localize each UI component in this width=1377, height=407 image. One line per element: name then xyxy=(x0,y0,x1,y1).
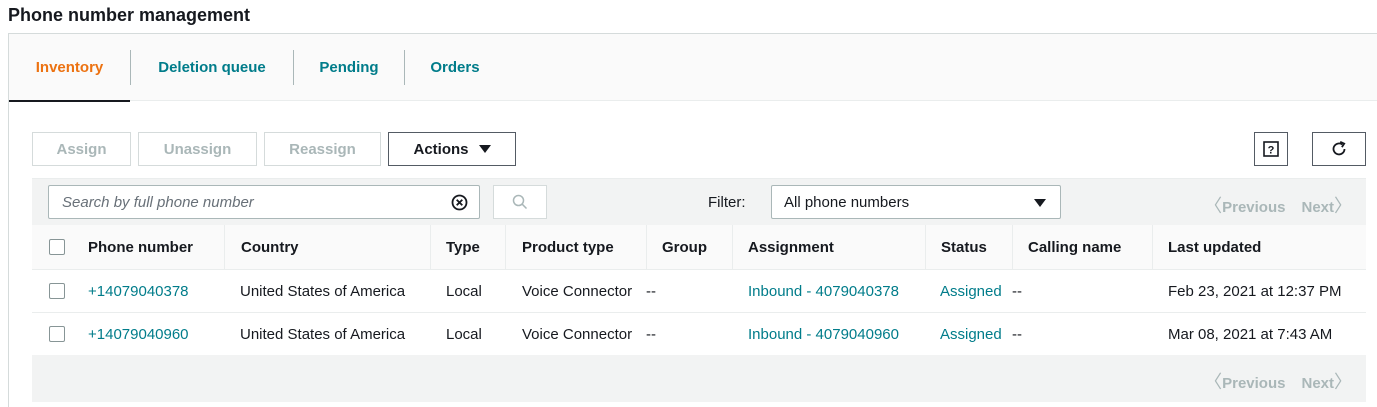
chevron-right-icon: 〉 xyxy=(1334,196,1352,216)
assignment-link[interactable]: Inbound - 4079040960 xyxy=(732,313,899,356)
pagination-top: 〈Previous Next〉 xyxy=(1204,192,1352,218)
next-page-button[interactable]: Next〉 xyxy=(1301,192,1352,218)
phone-numbers-table: Filter: All phone numbers 〈Previous Next… xyxy=(32,178,1366,402)
tab-orders[interactable]: Orders xyxy=(405,34,505,101)
phone-number-link[interactable]: +14079040960 xyxy=(72,313,189,356)
cell-product-type: Voice Connector xyxy=(522,326,633,343)
tab-pending[interactable]: Pending xyxy=(294,34,404,101)
actions-dropdown-button[interactable]: Actions xyxy=(388,132,516,166)
chevron-left-icon: 〈 xyxy=(1204,372,1223,392)
previous-label: Previous xyxy=(1222,375,1286,392)
table-row: +14079040960 United States of America Lo… xyxy=(32,313,1366,356)
tab-bar: Inventory Deletion queue Pending Orders xyxy=(9,34,1377,102)
filter-selected-value: All phone numbers xyxy=(784,193,910,211)
chevron-left-icon: 〈 xyxy=(1204,196,1223,216)
table-header: Phone number Country Type Product type G… xyxy=(32,225,1366,270)
cell-group: -- xyxy=(646,326,656,343)
clear-search-icon[interactable] xyxy=(451,194,468,211)
page-title: Phone number management xyxy=(8,5,251,25)
select-all-checkbox[interactable] xyxy=(49,239,65,255)
unassign-button[interactable]: Unassign xyxy=(138,132,257,166)
previous-page-button[interactable]: 〈Previous xyxy=(1204,368,1285,394)
caret-down-icon xyxy=(1034,199,1046,207)
phone-number-link[interactable]: +14079040378 xyxy=(72,270,189,313)
row-checkbox[interactable] xyxy=(49,326,65,342)
search-box xyxy=(48,185,480,219)
table-row: +14079040378 United States of America Lo… xyxy=(32,270,1366,313)
cell-type: Local xyxy=(446,283,482,300)
assignment-link[interactable]: Inbound - 4079040378 xyxy=(732,270,899,313)
cell-last-updated: Feb 23, 2021 at 12:37 PM xyxy=(1168,283,1342,300)
help-button[interactable]: ? xyxy=(1254,132,1288,166)
chevron-right-icon: 〉 xyxy=(1334,372,1352,392)
column-header-type[interactable]: Type xyxy=(430,225,480,270)
next-label: Next xyxy=(1301,199,1334,216)
svg-text:?: ? xyxy=(1268,145,1275,157)
cell-country: United States of America xyxy=(240,326,406,343)
search-icon xyxy=(512,194,528,210)
assign-button[interactable]: Assign xyxy=(32,132,131,166)
next-page-button[interactable]: Next〉 xyxy=(1301,368,1352,394)
tab-inventory[interactable]: Inventory xyxy=(9,34,130,102)
table-footer: 〈Previous Next〉 xyxy=(32,355,1366,402)
refresh-icon xyxy=(1332,140,1346,156)
cell-product-type: Voice Connector xyxy=(522,283,633,300)
pagination-bottom: 〈Previous Next〉 xyxy=(1204,368,1352,394)
status-link[interactable]: Assigned xyxy=(924,270,1002,313)
reassign-button[interactable]: Reassign xyxy=(264,132,381,166)
caret-down-icon xyxy=(478,145,491,153)
previous-label: Previous xyxy=(1222,199,1286,216)
cell-calling-name: -- xyxy=(1012,283,1022,300)
column-header-product-type[interactable]: Product type xyxy=(506,225,614,270)
next-label: Next xyxy=(1301,375,1334,392)
column-header-group[interactable]: Group xyxy=(646,225,707,270)
column-header-phone-number[interactable]: Phone number xyxy=(72,225,193,270)
column-header-status[interactable]: Status xyxy=(925,225,987,270)
search-input[interactable] xyxy=(49,186,439,218)
help-icon: ? xyxy=(1263,141,1279,157)
cell-group: -- xyxy=(646,283,656,300)
cell-country: United States of America xyxy=(240,283,406,300)
cell-calling-name: -- xyxy=(1012,326,1022,343)
column-header-country[interactable]: Country xyxy=(225,225,299,270)
filter-select[interactable]: All phone numbers xyxy=(771,185,1061,219)
actions-label: Actions xyxy=(413,140,469,158)
column-header-assignment[interactable]: Assignment xyxy=(732,225,834,270)
column-header-calling-name[interactable]: Calling name xyxy=(1012,225,1121,270)
filter-label: Filter: xyxy=(708,194,746,211)
column-header-last-updated[interactable]: Last updated xyxy=(1152,225,1261,270)
tab-deletion-queue[interactable]: Deletion queue xyxy=(131,34,293,101)
status-link[interactable]: Assigned xyxy=(924,313,1002,356)
cell-type: Local xyxy=(446,326,482,343)
row-checkbox[interactable] xyxy=(49,283,65,299)
cell-last-updated: Mar 08, 2021 at 7:43 AM xyxy=(1168,326,1333,343)
previous-page-button[interactable]: 〈Previous xyxy=(1204,192,1285,218)
table-toolbar: Filter: All phone numbers 〈Previous Next… xyxy=(32,178,1366,225)
search-button[interactable] xyxy=(493,185,547,219)
refresh-button[interactable] xyxy=(1312,132,1366,166)
